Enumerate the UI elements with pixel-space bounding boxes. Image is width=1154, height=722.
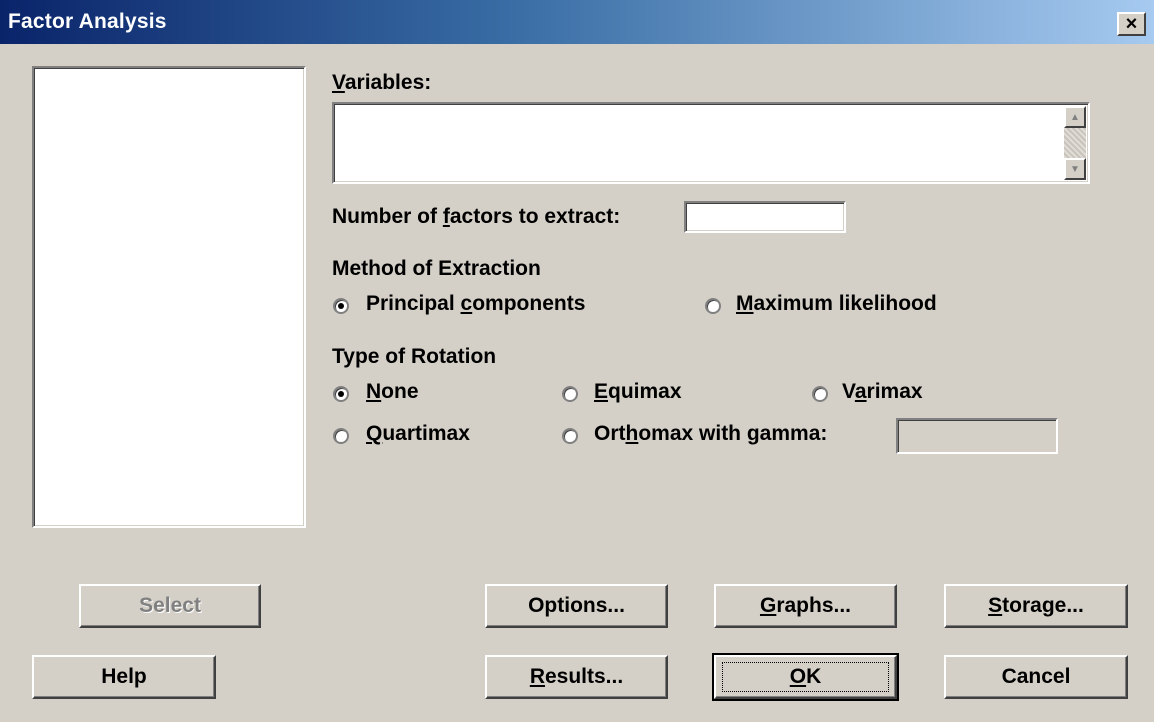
graphs-button[interactable]: Graphs... — [714, 584, 897, 628]
gamma-input — [896, 418, 1058, 454]
rotation-orthomax-label[interactable]: Orthomax with gamma: — [594, 422, 827, 446]
arrow-down-icon: ▼ — [1070, 163, 1080, 175]
cancel-button[interactable]: Cancel — [944, 655, 1128, 699]
close-button[interactable]: × — [1117, 12, 1146, 36]
rotation-equimax-radio[interactable] — [562, 386, 578, 402]
factors-label: Number of factors to extract: — [332, 205, 621, 228]
select-button: Select — [79, 584, 261, 628]
options-button-label: Options... — [528, 594, 625, 617]
variables-input[interactable]: ▲ ▼ — [332, 102, 1090, 184]
rotation-quartimax-label[interactable]: Quartimax — [366, 422, 470, 446]
principal-components-label[interactable]: Principal components — [366, 292, 585, 316]
storage-button[interactable]: Storage... — [944, 584, 1128, 628]
help-button[interactable]: Help — [32, 655, 216, 699]
cancel-button-label: Cancel — [1001, 665, 1071, 688]
extraction-heading: Method of Extraction — [332, 257, 541, 280]
rotation-quartimax-radio[interactable] — [333, 428, 349, 444]
maximum-likelihood-radio[interactable] — [705, 298, 721, 314]
window-title: Factor Analysis — [8, 10, 167, 33]
ok-button[interactable]: OK — [712, 653, 899, 701]
rotation-none-label[interactable]: None — [366, 380, 419, 404]
focus-indicator — [722, 662, 889, 692]
results-button[interactable]: Results... — [485, 655, 668, 699]
variable-source-list[interactable] — [32, 66, 306, 528]
title-bar: Factor Analysis × — [0, 0, 1154, 44]
options-button[interactable]: Options... — [485, 584, 668, 628]
rotation-none-radio[interactable] — [333, 386, 349, 402]
results-button-label: Results... — [529, 665, 624, 688]
select-button-label: Select — [139, 594, 201, 617]
scroll-down-button[interactable]: ▼ — [1064, 158, 1086, 180]
variables-scrollbar[interactable]: ▲ ▼ — [1064, 106, 1086, 180]
rotation-varimax-radio[interactable] — [812, 386, 828, 402]
help-button-label: Help — [101, 665, 147, 688]
principal-components-radio[interactable] — [333, 298, 349, 314]
factors-input[interactable] — [684, 201, 846, 233]
storage-button-label: Storage... — [988, 594, 1084, 617]
rotation-heading: Type of Rotation — [332, 345, 497, 368]
close-icon: × — [1125, 13, 1138, 35]
rotation-orthomax-radio[interactable] — [562, 428, 578, 444]
arrow-up-icon: ▲ — [1070, 111, 1080, 123]
graphs-button-label: Graphs... — [759, 594, 852, 617]
scroll-up-button[interactable]: ▲ — [1064, 106, 1086, 128]
rotation-varimax-label[interactable]: Varimax — [842, 380, 923, 404]
rotation-equimax-label[interactable]: Equimax — [594, 380, 682, 404]
maximum-likelihood-label[interactable]: Maximum likelihood — [736, 292, 937, 316]
variables-label: Variables: — [332, 71, 432, 94]
